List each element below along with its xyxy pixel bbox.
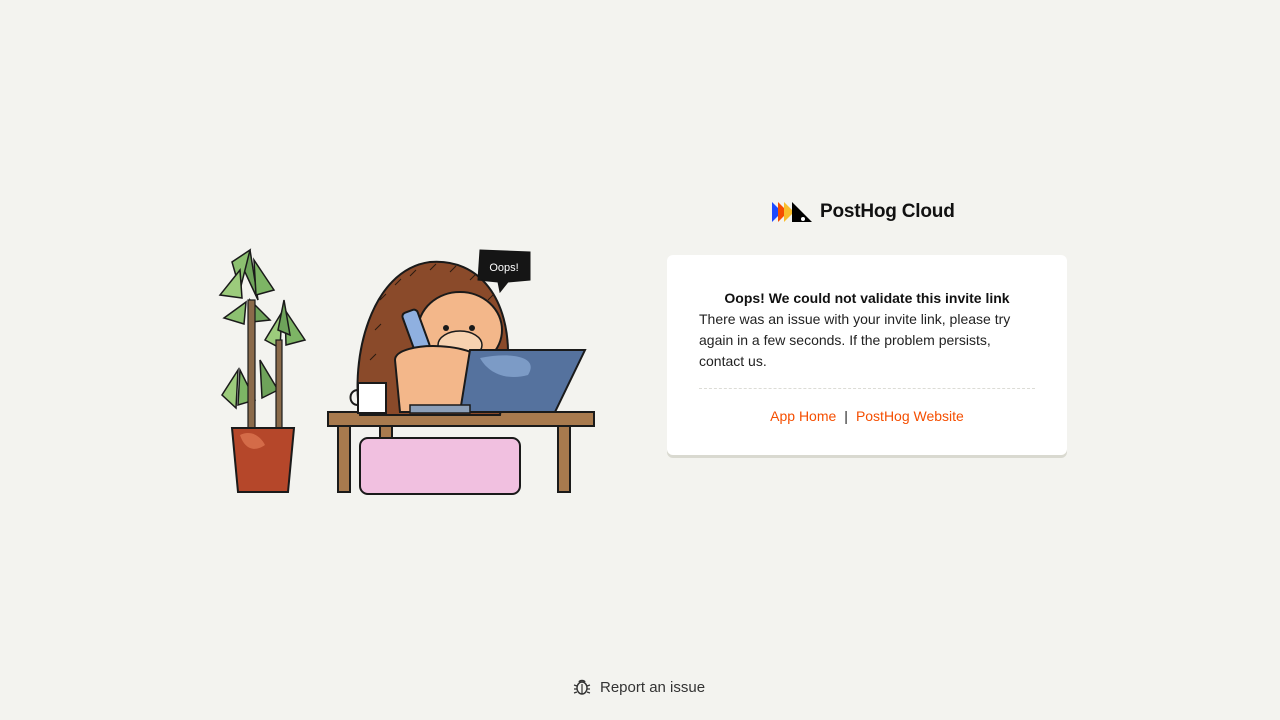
brand-name: PostHog Cloud: [820, 201, 955, 222]
link-separator: |: [844, 408, 848, 424]
brand-logo: PostHog Cloud: [772, 199, 955, 225]
card-links: App Home | PostHog Website: [699, 407, 1035, 425]
speech-bubble-text: Oops!: [489, 262, 518, 274]
divider: [699, 388, 1035, 389]
bug-icon: [573, 679, 591, 695]
app-home-link[interactable]: App Home: [770, 408, 836, 424]
posthog-website-link[interactable]: PostHog Website: [856, 408, 964, 424]
report-issue-button[interactable]: Report an issue: [572, 677, 705, 697]
report-issue-label: Report an issue: [600, 678, 706, 696]
error-title: Oops! We could not validate this invite …: [724, 290, 1010, 306]
page: Oops! PostHog Cloud Oops! We could not v…: [0, 0, 1280, 720]
posthog-logo-icon: [772, 202, 812, 222]
hedgehog-illustration: Oops!: [218, 248, 595, 495]
plant-icon: [218, 248, 307, 410]
error-message: There was an issue with your invite link…: [699, 311, 1011, 369]
error-card: Oops! We could not validate this invite …: [667, 255, 1067, 455]
